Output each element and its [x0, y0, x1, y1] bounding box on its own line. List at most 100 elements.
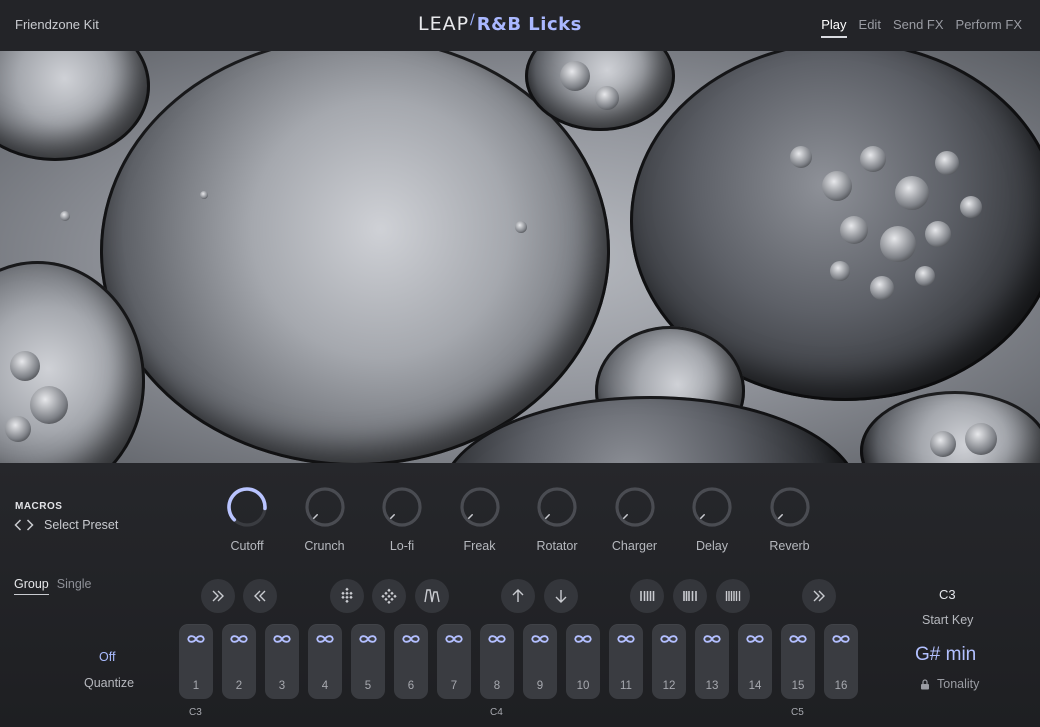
- loop-icon: [402, 635, 420, 643]
- chevron-left-icon[interactable]: [14, 519, 22, 531]
- pattern-a-button[interactable]: [630, 579, 664, 613]
- knob-reverb[interactable]: Reverb: [760, 485, 820, 555]
- knob-label: Charger: [611, 539, 658, 553]
- artwork-speck: [860, 146, 886, 172]
- arrow-up-icon: [512, 589, 524, 602]
- diamond-grid-icon: [341, 587, 353, 603]
- artwork-speck: [60, 211, 70, 221]
- loop-icon: [703, 635, 721, 643]
- loop-icon: [316, 635, 334, 643]
- knob-crunch[interactable]: Crunch: [295, 485, 355, 555]
- knob-dial[interactable]: [225, 485, 269, 529]
- artwork-speck: [930, 431, 956, 457]
- pad-14[interactable]: 14: [738, 624, 772, 699]
- knob-dial[interactable]: [690, 485, 734, 529]
- next-phrase-button[interactable]: [201, 579, 235, 613]
- pad-3[interactable]: 3: [265, 624, 299, 699]
- preset-label[interactable]: Select Preset: [44, 518, 118, 532]
- pad-12[interactable]: 12: [652, 624, 686, 699]
- pad-9[interactable]: 9: [523, 624, 557, 699]
- tonality-value[interactable]: G# min: [915, 644, 976, 666]
- quantize-value[interactable]: Off: [99, 650, 115, 664]
- kit-name[interactable]: Friendzone Kit: [15, 17, 99, 32]
- pad-5[interactable]: 5: [351, 624, 385, 699]
- pad-11[interactable]: 11: [609, 624, 643, 699]
- pad-16[interactable]: 16: [824, 624, 858, 699]
- pad-7[interactable]: 7: [437, 624, 471, 699]
- pad-number: 7: [450, 680, 458, 692]
- envelope-icon: [424, 589, 440, 603]
- knob-dial[interactable]: [303, 485, 347, 529]
- prev-phrase-button[interactable]: [243, 579, 277, 613]
- pad-number: 1: [192, 680, 200, 692]
- knob-dial[interactable]: [458, 485, 502, 529]
- tab-single[interactable]: Single: [57, 577, 92, 595]
- artwork-speck: [200, 191, 208, 199]
- octave-up-button[interactable]: [501, 579, 535, 613]
- pad-number: 3: [278, 680, 286, 692]
- tab-send-fx[interactable]: Send FX: [893, 17, 944, 38]
- octave-down-button[interactable]: [544, 579, 578, 613]
- knob-dial[interactable]: [535, 485, 579, 529]
- lock-icon[interactable]: [920, 678, 930, 690]
- preset-selector[interactable]: Select Preset: [14, 518, 118, 532]
- knob-charger[interactable]: Charger: [605, 485, 665, 555]
- pad-number: 5: [364, 680, 372, 692]
- pad-1[interactable]: 1: [179, 624, 213, 699]
- loop-icon: [488, 635, 506, 643]
- knob-dial[interactable]: [768, 485, 812, 529]
- artwork-speck: [5, 416, 31, 442]
- swing-button[interactable]: [330, 579, 364, 613]
- pad-number: 9: [536, 680, 544, 692]
- pad-8[interactable]: 8: [480, 624, 514, 699]
- loop-icon: [617, 635, 635, 643]
- knob-dial[interactable]: [380, 485, 424, 529]
- pad-number: 10: [576, 680, 590, 692]
- pattern-c-button[interactable]: [716, 579, 750, 613]
- knob-dial[interactable]: [613, 485, 657, 529]
- tonality-control[interactable]: Tonality: [920, 677, 979, 691]
- artwork-speck: [925, 221, 951, 247]
- pad-6[interactable]: 6: [394, 624, 428, 699]
- artwork-speck: [790, 146, 812, 168]
- pattern-b-button[interactable]: [673, 579, 707, 613]
- double-chevron-right-icon: [813, 590, 825, 602]
- envelope-button[interactable]: [415, 579, 449, 613]
- pad-number: 2: [235, 680, 243, 692]
- loop-icon: [574, 635, 592, 643]
- tab-group[interactable]: Group: [14, 577, 49, 595]
- start-key-value[interactable]: C3: [939, 587, 956, 602]
- knob-delay[interactable]: Delay: [682, 485, 742, 555]
- pad-number: 8: [493, 680, 501, 692]
- knob-freak[interactable]: Freak: [450, 485, 510, 555]
- pad-4[interactable]: 4: [308, 624, 342, 699]
- artwork-speck: [830, 261, 850, 281]
- pad-number: 16: [834, 680, 848, 692]
- control-panel: MACROS Select Preset Cutoff Crunch Lo-fi Fr…: [0, 463, 1040, 727]
- start-key-label: Start Key: [922, 613, 974, 627]
- chevron-right-icon[interactable]: [26, 519, 34, 531]
- knob-label: Crunch: [304, 539, 345, 553]
- tonality-label: Tonality: [937, 677, 980, 691]
- double-chevron-right-icon: [212, 590, 224, 602]
- artwork-speck: [895, 176, 929, 210]
- tab-play[interactable]: Play: [821, 17, 847, 38]
- tab-edit[interactable]: Edit: [859, 17, 881, 38]
- knob-lo-fi[interactable]: Lo-fi: [372, 485, 432, 555]
- pad-10[interactable]: 10: [566, 624, 600, 699]
- pad-15[interactable]: 15: [781, 624, 815, 699]
- loop-icon: [187, 635, 205, 643]
- artwork-speck: [595, 86, 619, 110]
- knob-label: Rotator: [536, 539, 578, 553]
- pad-number: 6: [407, 680, 415, 692]
- density-button[interactable]: [372, 579, 406, 613]
- knob-cutoff[interactable]: Cutoff: [217, 485, 277, 555]
- bars-dense-icon: [725, 591, 741, 601]
- tab-perform-fx[interactable]: Perform FX: [956, 17, 1022, 38]
- next-bank-button[interactable]: [802, 579, 836, 613]
- pad-number: 15: [791, 680, 805, 692]
- pad-13[interactable]: 13: [695, 624, 729, 699]
- logo-separator: /: [470, 12, 475, 28]
- knob-rotator[interactable]: Rotator: [527, 485, 587, 555]
- pad-2[interactable]: 2: [222, 624, 256, 699]
